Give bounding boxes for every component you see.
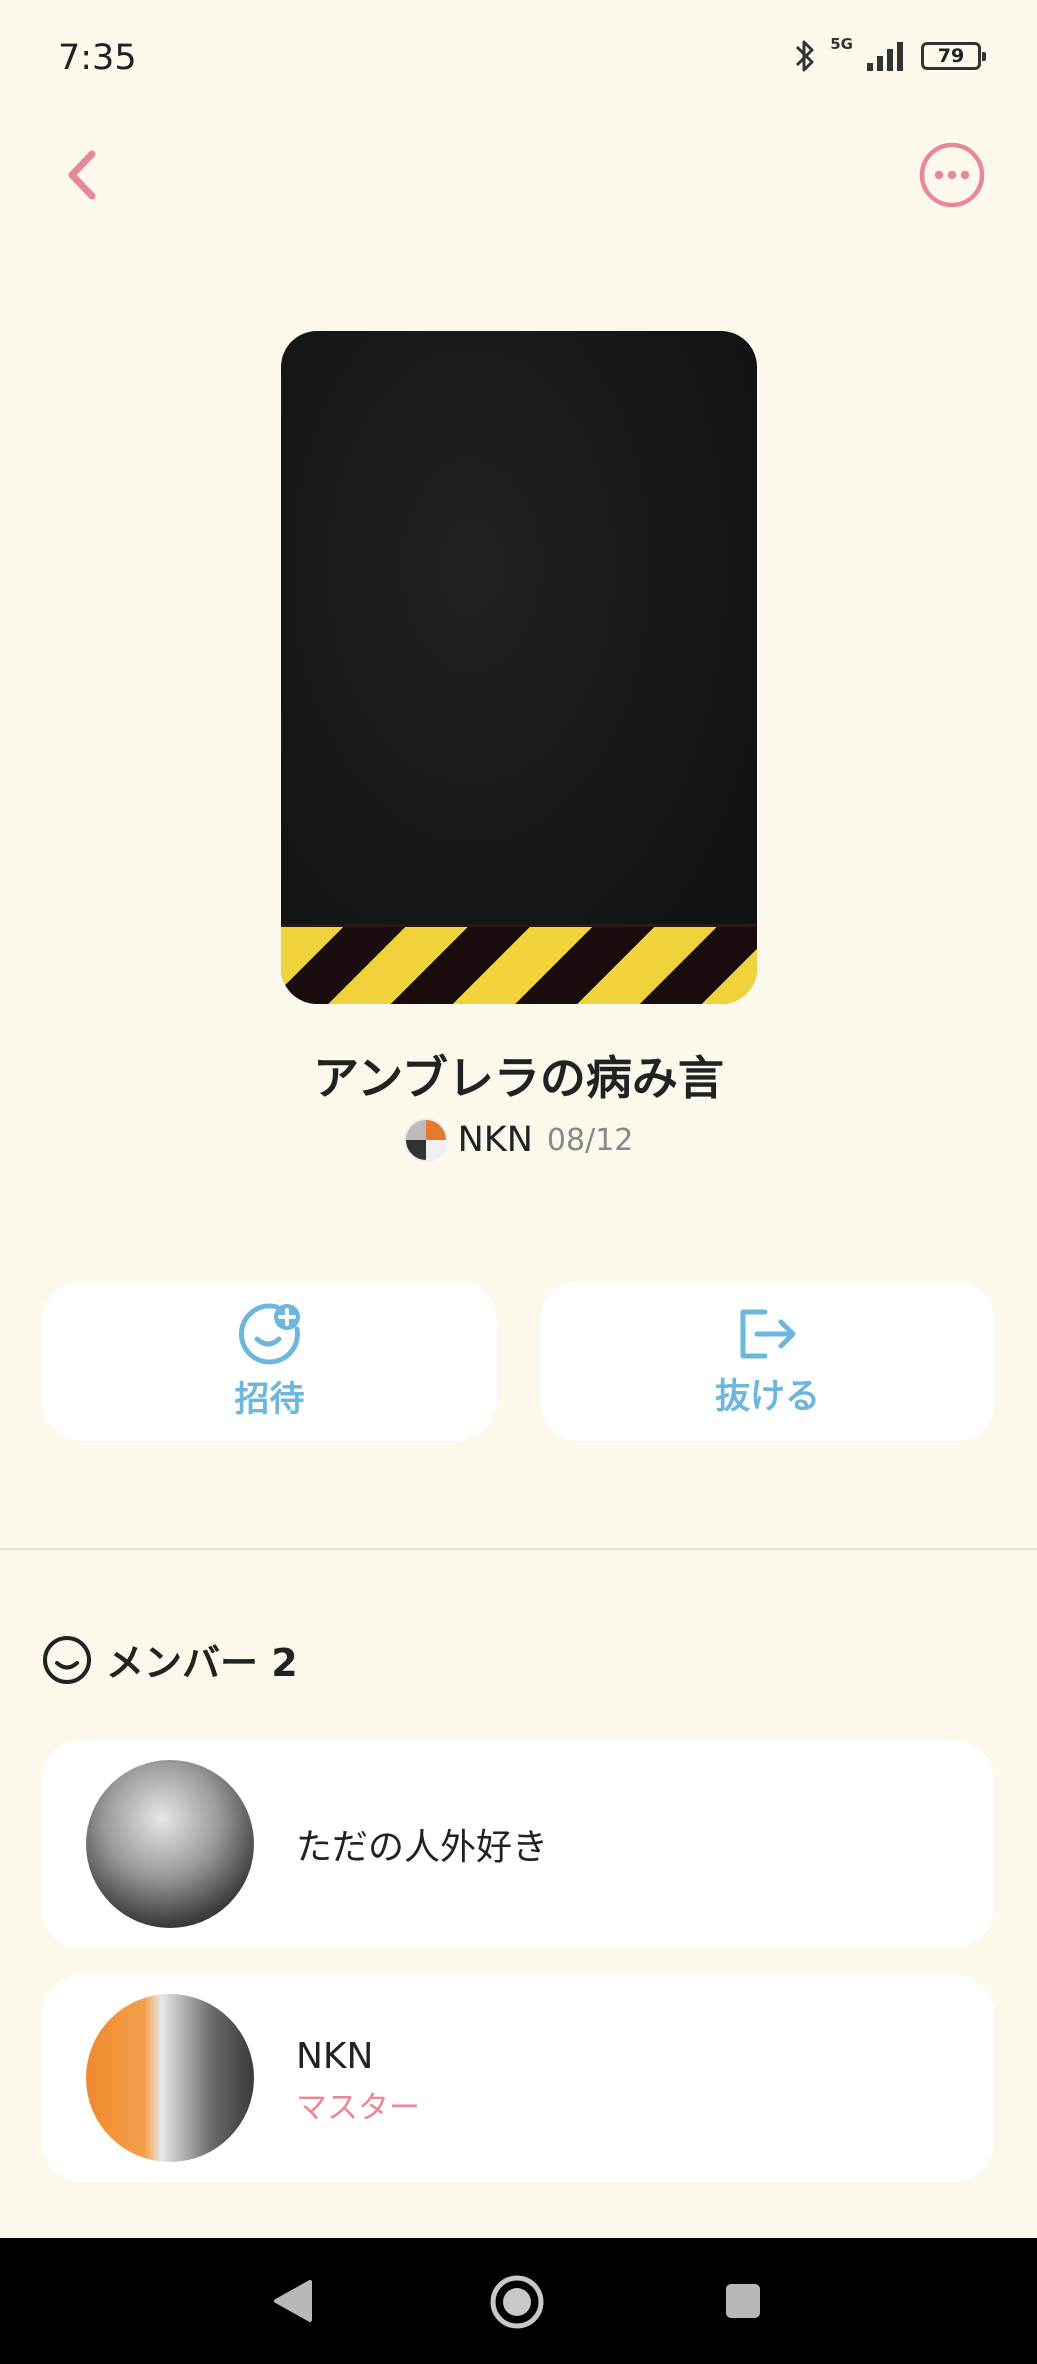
member-item[interactable]: NKN マスター	[42, 1974, 994, 2182]
status-time: 7:35	[58, 38, 137, 78]
creator-name[interactable]: NKN	[458, 1120, 533, 1160]
members-header: メンバー 2	[42, 1632, 298, 1687]
nav-recent-apps-icon[interactable]	[724, 2282, 762, 2320]
invite-label: 招待	[234, 1379, 305, 1420]
nav-home-icon[interactable]	[489, 2274, 545, 2330]
member-avatar	[86, 1760, 254, 1928]
nav-back-icon[interactable]	[270, 2278, 314, 2324]
more-horizontal-icon	[919, 142, 985, 208]
room-detail-screen: 7:35 5G 79 アンブレラの病み言 NKN 08/12 招待 抜ける メン…	[0, 0, 1037, 2364]
section-divider	[0, 1548, 1037, 1550]
back-button[interactable]	[56, 140, 116, 210]
member-name: NKN	[296, 2036, 374, 2077]
system-nav-bar	[0, 2238, 1037, 2364]
status-icons: 5G 79	[794, 35, 986, 74]
smiley-icon	[43, 1635, 91, 1684]
member-item[interactable]: ただの人外好き	[42, 1740, 994, 1948]
member-avatar	[86, 1994, 254, 2162]
signal-icon	[867, 41, 907, 71]
more-options-button[interactable]	[918, 141, 986, 209]
member-role: マスター	[296, 2090, 420, 2126]
member-name: ただの人外好き	[296, 1827, 549, 1868]
leave-button[interactable]: 抜ける	[540, 1281, 995, 1441]
bluetooth-icon	[794, 38, 816, 74]
hazard-stripes	[281, 924, 757, 1004]
invite-button[interactable]: 招待	[42, 1281, 497, 1441]
status-bar: 7:35 5G 79	[0, 0, 1037, 120]
room-cover-image	[281, 331, 757, 1004]
chevron-left-icon	[68, 150, 96, 200]
creator-avatar[interactable]	[403, 1118, 448, 1162]
exit-icon	[740, 1309, 795, 1358]
leave-label: 抜ける	[714, 1376, 820, 1417]
battery-level: 79	[937, 45, 965, 67]
network-label: 5G	[830, 35, 853, 53]
creator-row: NKN 08/12	[0, 1118, 1037, 1162]
created-date: 08/12	[546, 1122, 634, 1158]
members-title: メンバー 2	[106, 1641, 298, 1685]
room-title: アンブレラの病み言	[313, 1051, 724, 1105]
battery-icon: 79	[921, 42, 986, 70]
add-friend-icon	[238, 1302, 300, 1364]
